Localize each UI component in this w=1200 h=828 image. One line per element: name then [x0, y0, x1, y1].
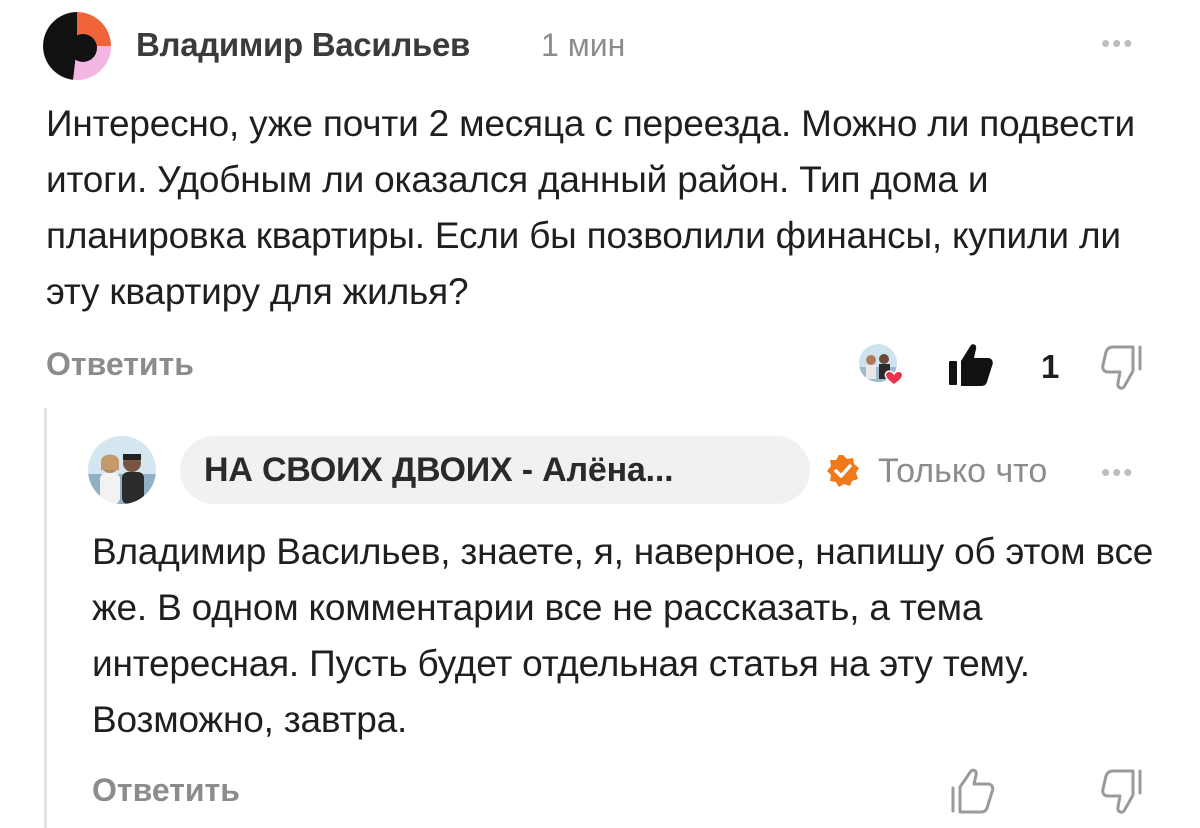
reply-button[interactable]: Ответить — [46, 346, 194, 383]
like-count: 1 — [1041, 348, 1060, 385]
liked-by-author-avatar — [858, 343, 904, 389]
reply-timestamp: Только что — [878, 452, 1048, 490]
reply-button[interactable]: Ответить — [92, 772, 240, 809]
more-options-icon[interactable]: ••• — [1101, 459, 1134, 485]
thread-line — [44, 408, 47, 828]
comment-author-name[interactable]: Владимир Васильев — [136, 26, 470, 64]
thumbs-up-filled-icon[interactable] — [946, 341, 996, 389]
verified-badge-icon — [826, 454, 860, 488]
thumbs-down-icon[interactable] — [1100, 343, 1150, 391]
thumbs-up-outline-icon[interactable] — [946, 767, 996, 815]
reply-text: Владимир Васильев, знаете, я, наверное, … — [92, 531, 1154, 740]
reply-author-avatar[interactable] — [88, 436, 156, 504]
heart-icon — [884, 370, 904, 386]
author-avatar-icon[interactable] — [43, 12, 111, 80]
comment-text: Интересно, уже почти 2 месяца с переезда… — [46, 103, 1136, 312]
reply-author-name[interactable]: НА СВОИХ ДВОИХ - Алёна... — [204, 451, 674, 490]
comment-timestamp: 1 мин — [541, 27, 626, 63]
thumbs-down-icon[interactable] — [1100, 767, 1150, 815]
more-options-icon[interactable]: ••• — [1101, 30, 1134, 56]
